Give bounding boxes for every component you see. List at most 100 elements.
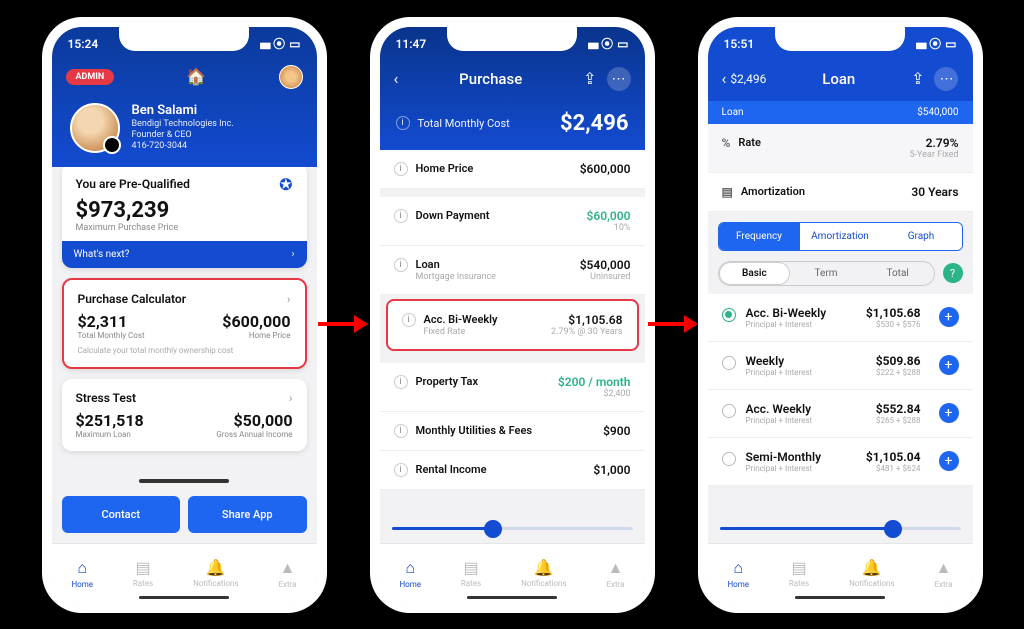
avatar-small[interactable] (279, 65, 303, 89)
prequalified-sub: Maximum Purchase Price (76, 223, 293, 233)
stress-title: Stress Test (76, 391, 137, 405)
more-icon[interactable]: ⋯ (607, 67, 631, 91)
option-acc-weekly[interactable]: Acc. WeeklyPrincipal + Interest $552.84$… (708, 390, 973, 438)
stress-test-card[interactable]: Stress Test › $251,518Maximum Loan $50,0… (62, 379, 307, 451)
contact-button[interactable]: Contact (62, 496, 181, 533)
slider-thumb[interactable] (484, 520, 502, 538)
back-button[interactable]: ‹ (394, 69, 399, 88)
wifi-icon (273, 35, 285, 52)
signal-icon (588, 37, 598, 51)
tab-home[interactable]: ⌂Home (727, 558, 749, 589)
seg-amortization[interactable]: Amortization (800, 223, 881, 250)
info-icon[interactable]: i (394, 209, 408, 223)
share-icon[interactable]: ⇪ (911, 69, 924, 88)
slider[interactable] (720, 519, 961, 539)
tab-extra[interactable]: ▲Extra (606, 558, 624, 589)
rates-icon: ▤ (135, 558, 150, 577)
row-amortization[interactable]: ▤Amortization30 Years (708, 173, 973, 212)
radio[interactable] (722, 308, 736, 322)
add-button[interactable]: + (939, 451, 959, 471)
sseg-total[interactable]: Total (862, 262, 934, 285)
calc-hint: Calculate your total monthly ownership c… (78, 346, 291, 355)
row-home-price[interactable]: iHome Price$600,000 (380, 150, 645, 189)
slider[interactable] (392, 519, 633, 539)
row-acc-biweekly[interactable]: iAcc. Bi-WeeklyFixed Rate $1,105.682.79%… (386, 299, 639, 351)
add-button[interactable]: + (939, 403, 959, 423)
home-indicator (795, 596, 885, 599)
more-icon[interactable]: ⋯ (934, 67, 958, 91)
option-weekly[interactable]: WeeklyPrincipal + Interest $509.86$222 +… (708, 342, 973, 390)
tab-home[interactable]: ⌂Home (71, 558, 93, 589)
info-icon[interactable]: i (394, 375, 408, 389)
tab-extra[interactable]: ▲Extra (278, 558, 296, 589)
row-property-tax[interactable]: iProperty Tax $200 / month$2,400 (380, 363, 645, 412)
tab-bar: ⌂Home ▤Rates 🔔Notifications ▲Extra (52, 543, 317, 603)
tab-notifications[interactable]: 🔔Notifications (193, 558, 238, 588)
stress-income-label: Gross Annual Income (216, 430, 292, 439)
avatar-badge-icon (103, 136, 121, 154)
battery-icon (289, 37, 300, 51)
prequalified-card[interactable]: You are Pre-Qualified ✪ $973,239 Maximum… (62, 167, 307, 268)
tab-rates[interactable]: ▤Rates (461, 558, 481, 588)
row-rate[interactable]: %Rate 2.79%5-Year Fixed (708, 124, 973, 173)
row-rental-income[interactable]: iRental Income$1,000 (380, 451, 645, 490)
profile-block[interactable]: Ben Salami Bendigi Technologies Inc. Fou… (52, 99, 317, 167)
radio[interactable] (722, 452, 736, 466)
page-title: Purchase (459, 70, 522, 88)
scroll-indicator (139, 479, 229, 483)
phone-home: 15:24 ADMIN 🏠 Ben Salami Bendigi Technol… (42, 17, 327, 613)
help-button[interactable]: ? (943, 263, 963, 283)
bell-icon: 🔔 (862, 558, 882, 577)
slider-thumb[interactable] (884, 520, 902, 538)
prequalified-amount: $973,239 (76, 198, 293, 223)
tab-home[interactable]: ⌂Home (399, 558, 421, 589)
chevron-right-icon: › (291, 249, 294, 260)
info-icon[interactable]: i (394, 258, 408, 272)
radio[interactable] (722, 404, 736, 418)
page-title: Loan (822, 70, 855, 88)
battery-icon (945, 37, 956, 51)
wifi-icon (601, 35, 613, 52)
whats-next-button[interactable]: What's next? › (62, 241, 307, 268)
calc-price-value: $600,000 (222, 312, 290, 331)
radio[interactable] (722, 356, 736, 370)
stress-income-value: $50,000 (216, 411, 292, 430)
row-loan[interactable]: iLoanMortgage Insurance $540,000Uninsure… (380, 246, 645, 295)
seg-graph[interactable]: Graph (881, 223, 962, 250)
tab-rates[interactable]: ▤Rates (789, 558, 809, 588)
tab-notifications[interactable]: 🔔Notifications (521, 558, 566, 588)
info-icon[interactable]: i (396, 116, 410, 130)
info-icon[interactable]: i (394, 424, 408, 438)
verified-seal-icon: ✪ (279, 175, 292, 194)
seg-frequency[interactable]: Frequency (719, 223, 800, 250)
tab-notifications[interactable]: 🔔Notifications (849, 558, 894, 588)
calendar-icon: ▤ (722, 185, 733, 199)
add-button[interactable]: + (939, 355, 959, 375)
option-acc-biweekly[interactable]: Acc. Bi-WeeklyPrincipal + Interest $1,10… (708, 294, 973, 342)
info-icon[interactable]: i (402, 313, 416, 327)
row-utilities[interactable]: iMonthly Utilities & Fees$900 (380, 412, 645, 451)
purchase-calculator-card[interactable]: Purchase Calculator › $2,311Total Monthl… (62, 278, 307, 369)
add-button[interactable]: + (939, 307, 959, 327)
tab-rates[interactable]: ▤Rates (133, 558, 153, 588)
option-semi-monthly[interactable]: Semi-MonthlyPrincipal + Interest $1,105.… (708, 438, 973, 486)
tab-extra[interactable]: ▲Extra (934, 558, 952, 589)
back-button[interactable]: ‹$2,496 (722, 69, 767, 88)
home-icon: ⌂ (733, 558, 743, 578)
stress-loan-label: Maximum Loan (76, 430, 144, 439)
wifi-icon (929, 35, 941, 52)
row-down-payment[interactable]: iDown Payment $60,00010% (380, 197, 645, 246)
signal-icon (916, 37, 926, 51)
bell-icon: 🔔 (206, 558, 226, 577)
segment-secondary: Basic Term Total (718, 261, 935, 286)
share-app-button[interactable]: Share App (188, 496, 307, 533)
share-icon[interactable]: ⇪ (583, 69, 596, 88)
info-icon[interactable]: i (394, 463, 408, 477)
rates-icon: ▤ (463, 558, 478, 577)
percent-icon: % (722, 136, 731, 150)
chevron-right-icon: › (287, 292, 291, 306)
total-value: $2,496 (560, 111, 629, 136)
sseg-basic[interactable]: Basic (719, 262, 791, 285)
sseg-term[interactable]: Term (790, 262, 862, 285)
info-icon[interactable]: i (394, 162, 408, 176)
